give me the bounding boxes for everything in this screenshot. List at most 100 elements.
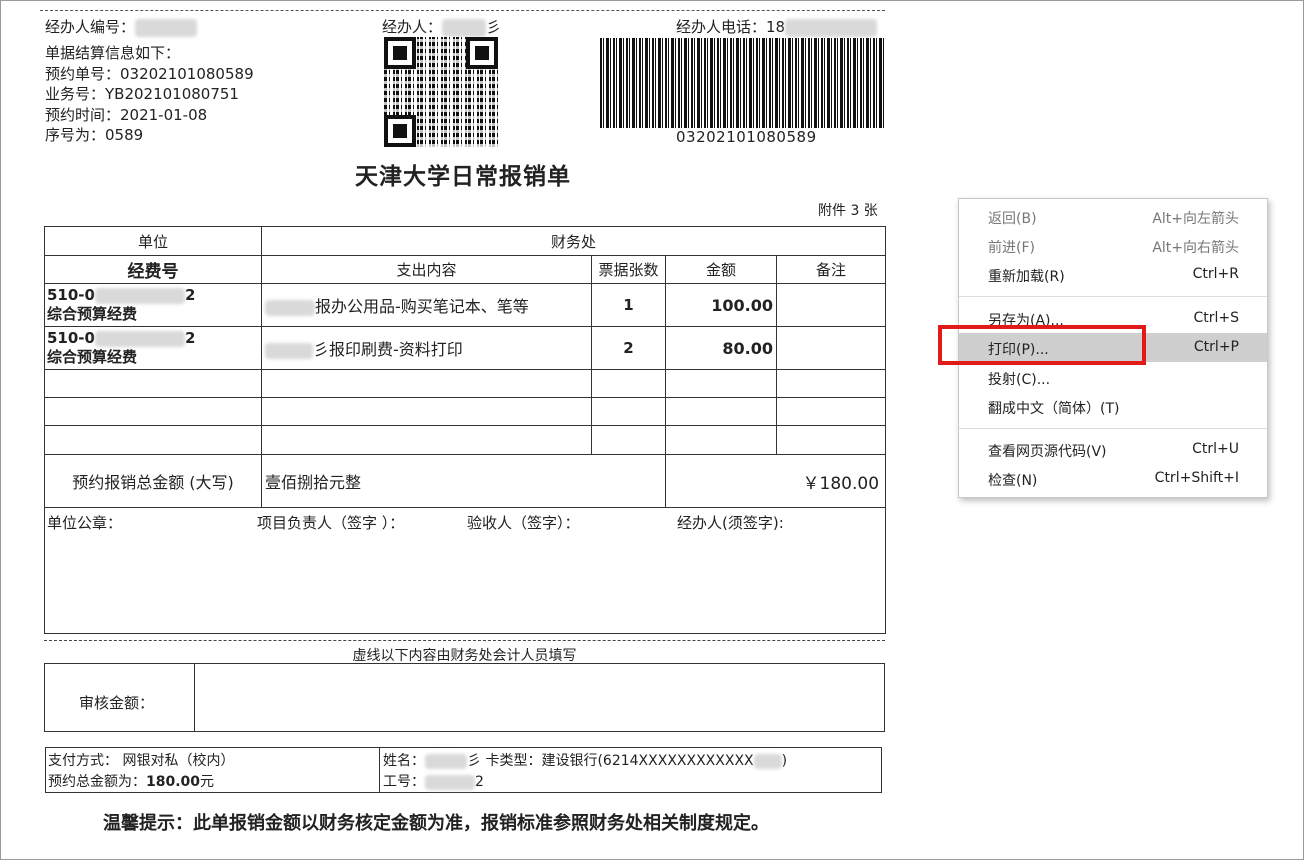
qr-finder-tl <box>384 37 416 69</box>
accounting-note: 虚线以下内容由财务处会计人员填写 <box>352 648 577 664</box>
payment-total-unit: 元 <box>200 774 215 790</box>
agent-number: 经办人编号： <box>45 16 198 37</box>
fund-suffix: 2 <box>184 286 196 304</box>
payee-name-suffix: 彡 <box>467 753 481 769</box>
qr-code <box>384 37 498 147</box>
agent-number-label: 经办人编号： <box>45 18 136 36</box>
staff-number-suffix: 2 <box>475 774 484 790</box>
menu-label: 前进(F) <box>988 240 1035 256</box>
table-row: 510-0 2 综合预算经费 报办公用品-购买笔记本、笔等 1 100.00 <box>44 283 887 327</box>
content-text: 报办公用品-购买笔记本、笔等 <box>315 297 529 316</box>
top-dashed-line <box>40 10 885 11</box>
booking-number: 预约单号：03202101080589 <box>45 64 254 83</box>
audit-box: 审核金额： <box>44 663 885 732</box>
fund-prefix: 510-0 <box>47 329 95 347</box>
menu-shortcut: Alt+向右箭头 <box>1152 240 1239 256</box>
menu-item-view-source[interactable]: 查看网页源代码(V) Ctrl+U <box>959 435 1267 464</box>
menu-item-inspect[interactable]: 检查(N) Ctrl+Shift+I <box>959 464 1267 493</box>
agent-name-suffix: 彡 <box>486 18 502 36</box>
fund-cell: 510-0 2 综合预算经费 <box>44 283 262 327</box>
table-row-empty <box>44 397 887 426</box>
print-highlight-box <box>938 325 1146 365</box>
payment-left: 支付方式： 网银对私（校内） 预约总金额为：180.00元 <box>46 748 380 792</box>
menu-shortcut: Alt+向左箭头 <box>1152 211 1239 227</box>
fund-name: 综合预算经费 <box>47 348 138 366</box>
table-row-empty <box>44 425 887 455</box>
receipt-count: 2 <box>591 326 666 370</box>
amount: 100.00 <box>665 283 777 327</box>
payment-method: 支付方式： 网银对私（校内） <box>48 753 235 769</box>
menu-label: 投射(C)... <box>988 372 1051 388</box>
header-unit: 单位 <box>44 226 262 256</box>
menu-label: 查看网页源代码(V) <box>988 444 1107 460</box>
agent-name: 经办人： 彡 <box>382 16 501 37</box>
redacted-content <box>265 342 313 359</box>
remark <box>775 326 887 370</box>
menu-item-translate[interactable]: 翻成中文（简体）(T) <box>959 392 1267 421</box>
qr-finder-tr <box>466 37 498 69</box>
menu-item-forward[interactable]: 前进(F) Alt+向右箭头 <box>959 231 1267 260</box>
menu-label: 返回(B) <box>988 211 1037 227</box>
redacted-agent-phone <box>785 18 878 37</box>
serial-number: 序号为：0589 <box>45 126 144 144</box>
menu-shortcut: Ctrl+R <box>1192 266 1239 282</box>
agent-signature-label: 经办人(须签字): <box>677 514 784 532</box>
expense-table: 单位 财务处 经费号 支出内容 票据张数 金额 备注 510-0 2 综合预算经费… <box>43 226 887 634</box>
card-end: ) <box>781 753 788 769</box>
content-cell: 报办公用品-购买笔记本、笔等 <box>261 283 592 327</box>
signature-row: 单位公章： 项目负责人（签字 ）： 验收人（签字）： 经办人(须签字): <box>43 507 887 634</box>
redacted-card-end <box>753 753 782 769</box>
project-lead-signature-label: 项目负责人（签字 ）： <box>257 514 405 532</box>
payment-total: 预约总金额为：180.00元 <box>48 771 214 791</box>
signature-cell: 单位公章： 项目负责人（签字 ）： 验收人（签字）： 经办人(须签字): <box>43 507 887 634</box>
warm-tip: 温馨提示：此单报销金额以财务核定金额为准，报销标准参照财务处相关制度规定。 <box>103 813 769 834</box>
redacted-fund-number <box>94 287 185 304</box>
menu-label: 检查(N) <box>988 473 1038 489</box>
amount: 80.00 <box>665 326 777 370</box>
barcode-text: 03202101080589 <box>676 128 817 146</box>
menu-shortcut: Ctrl+U <box>1192 441 1239 457</box>
form-title: 天津大学日常报销单 <box>355 164 571 190</box>
menu-separator <box>959 428 1267 429</box>
business-number: 业务号：YB202101080751 <box>45 85 239 103</box>
total-label: 预约报销总金额 (大写) <box>44 454 262 508</box>
menu-item-reload[interactable]: 重新加载(R) Ctrl+R <box>959 260 1267 289</box>
payee-info: 姓名： 彡 卡类型：建设银行(6214XXXXXXXXXXXX) <box>383 750 787 770</box>
payment-total-value: 180.00 <box>146 774 201 790</box>
card-type: 卡类型：建设银行(6214XXXXXXXXXXXX <box>481 753 754 769</box>
unit-seal-label: 单位公章： <box>47 514 123 532</box>
total-amount: ￥180.00 <box>664 454 887 508</box>
fund-suffix: 2 <box>184 329 196 347</box>
settlement-info: 单据结算信息如下： 预约单号：03202101080589 业务号：YB2021… <box>45 43 254 146</box>
menu-item-cast[interactable]: 投射(C)... <box>959 363 1267 392</box>
total-uppercase: 壹佰捌拾元整 <box>261 454 666 508</box>
agent-name-label: 经办人： <box>382 18 443 36</box>
redacted-fund-number <box>94 330 185 347</box>
remark <box>775 283 887 327</box>
menu-separator <box>959 296 1267 297</box>
agent-phone-label: 经办人电话： <box>676 18 767 36</box>
header-receipt-count: 票据张数 <box>591 255 666 284</box>
fund-name: 综合预算经费 <box>47 305 138 323</box>
fund-prefix: 510-0 <box>47 286 95 304</box>
audit-label-cell: 审核金额： <box>45 664 195 731</box>
audit-label: 审核金额： <box>79 694 155 712</box>
payment-box: 支付方式： 网银对私（校内） 预约总金额为：180.00元 姓名： 彡 卡类型：建… <box>45 747 882 793</box>
acceptor-signature-label: 验收人（签字）： <box>467 514 580 532</box>
header-content: 支出内容 <box>261 255 592 284</box>
table-row: 510-0 2 综合预算经费 彡报印刷费-资料打印 2 80.00 <box>44 326 887 370</box>
menu-label: 翻成中文（简体）(T) <box>988 401 1120 417</box>
menu-label: 重新加载(R) <box>988 269 1065 285</box>
barcode <box>600 38 884 128</box>
redacted-content <box>265 299 315 316</box>
menu-item-back[interactable]: 返回(B) Alt+向左箭头 <box>959 202 1267 231</box>
redacted-payee-name <box>425 753 467 769</box>
settlement-intro: 单据结算信息如下： <box>45 44 181 62</box>
staff-number: 工号： 2 <box>383 771 484 791</box>
header-finance: 财务处 <box>260 226 887 256</box>
menu-shortcut: Ctrl+Shift+I <box>1154 470 1239 486</box>
total-row: 预约报销总金额 (大写) 壹佰捌拾元整 ￥180.00 <box>44 454 887 508</box>
header-fund-number: 经费号 <box>44 255 262 284</box>
menu-shortcut: Ctrl+P <box>1193 339 1239 355</box>
dashed-separator <box>44 640 885 641</box>
